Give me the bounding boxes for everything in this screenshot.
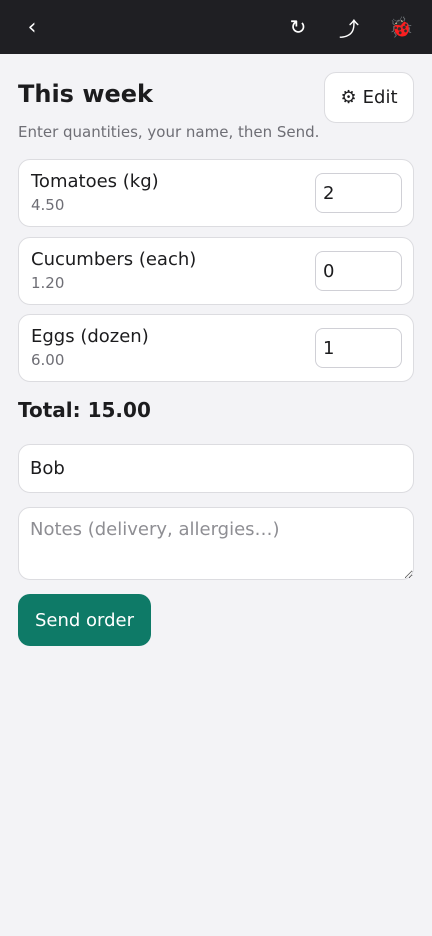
list-item: Tomatoes (kg) 4.50 (18, 159, 414, 227)
quantity-input[interactable] (315, 173, 402, 213)
item-name: Eggs (dozen) (31, 326, 149, 347)
top-toolbar: ‹ ↻ ⤴ 🐞 (0, 0, 432, 54)
item-name: Tomatoes (kg) (31, 171, 159, 192)
notes-field[interactable] (18, 507, 414, 580)
item-price: 6.00 (31, 351, 65, 369)
back-chevron-icon[interactable]: ‹ (12, 0, 52, 54)
list-item: Eggs (dozen) 6.00 (18, 314, 414, 382)
quantity-input[interactable] (315, 328, 402, 368)
name-field[interactable] (18, 444, 414, 493)
item-price: 4.50 (31, 196, 65, 214)
share-arrow-icon[interactable]: ⤴ (329, 0, 369, 54)
send-order-button[interactable]: Send order (18, 594, 151, 646)
order-total: Total: 15.00 (18, 398, 151, 422)
reload-icon[interactable]: ↻ (278, 0, 318, 54)
instructions-text: Enter quantities, your name, then Send. (18, 123, 320, 141)
item-price: 1.20 (31, 274, 65, 292)
item-name: Cucumbers (each) (31, 249, 197, 270)
list-item: Cucumbers (each) 1.20 (18, 237, 414, 305)
edit-button[interactable]: ⚙ Edit (324, 72, 414, 123)
ladybug-icon[interactable]: 🐞 (381, 0, 421, 54)
page-title: This week (18, 80, 154, 108)
quantity-input[interactable] (315, 251, 402, 291)
edit-button-label: Edit (362, 87, 398, 108)
gear-icon: ⚙ (340, 87, 357, 108)
